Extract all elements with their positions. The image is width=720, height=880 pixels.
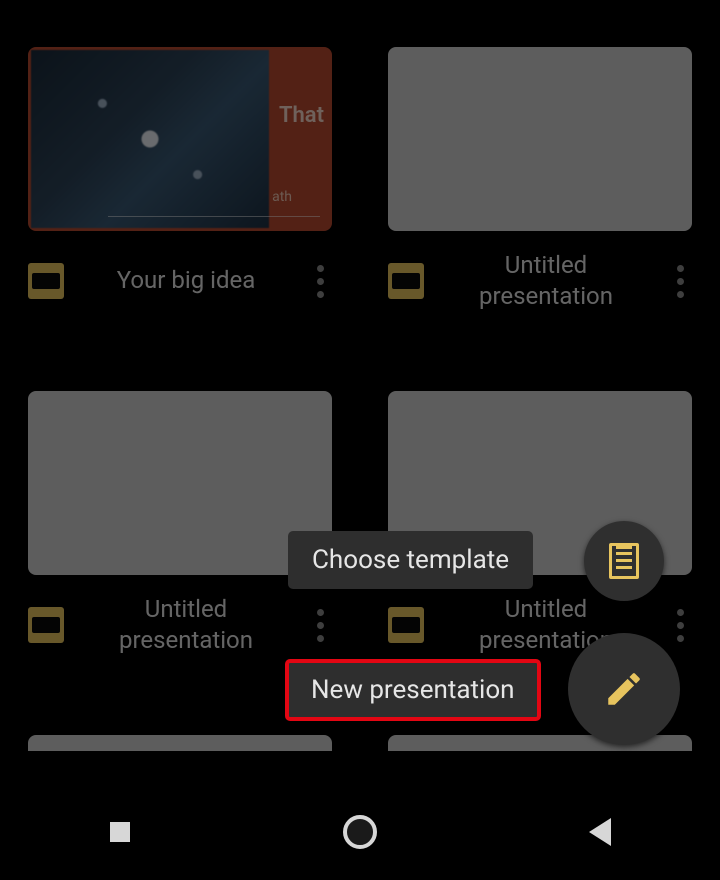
thumbnail-image [31, 50, 269, 228]
file-meta-row: Untitled presentation [28, 585, 332, 665]
file-thumbnail[interactable] [28, 391, 332, 575]
file-thumbnail[interactable] [28, 735, 332, 751]
choose-template-button[interactable] [584, 521, 664, 601]
more-options-button[interactable] [668, 261, 692, 301]
file-card[interactable]: Untitled presentation [388, 47, 692, 321]
file-card[interactable]: That ath Your big idea [28, 47, 332, 321]
triangle-icon [589, 818, 611, 846]
choose-template-label[interactable]: Choose template [288, 531, 533, 589]
file-thumbnail[interactable] [388, 47, 692, 231]
home-button[interactable] [330, 802, 390, 862]
new-presentation-button[interactable] [568, 633, 680, 745]
file-thumbnail[interactable]: That ath [28, 47, 332, 231]
slides-icon [28, 607, 64, 643]
file-card[interactable] [28, 735, 332, 751]
back-button[interactable] [570, 802, 630, 862]
file-title: Untitled presentation [76, 594, 296, 656]
file-meta-row: Untitled presentation [388, 241, 692, 321]
file-meta-row: Your big idea [28, 241, 332, 321]
more-options-button[interactable] [308, 605, 332, 645]
file-card[interactable]: Untitled presentation [28, 391, 332, 665]
more-options-button[interactable] [668, 605, 692, 645]
slides-icon [388, 607, 424, 643]
square-icon [110, 822, 130, 842]
circle-icon [343, 815, 377, 849]
android-nav-bar [0, 783, 720, 880]
file-title: Untitled presentation [436, 250, 656, 312]
thumbnail-text: ath [272, 189, 292, 205]
slides-icon [388, 263, 424, 299]
pencil-icon [603, 668, 645, 710]
overview-button[interactable] [90, 802, 150, 862]
new-presentation-label[interactable]: New presentation [285, 659, 541, 721]
template-icon [609, 543, 639, 579]
thumbnail-text: That [279, 103, 324, 128]
more-options-button[interactable] [308, 261, 332, 301]
thumbnail-divider [108, 216, 320, 217]
file-title: Your big idea [76, 265, 296, 296]
screen: That ath Your big idea Untitled presenta… [0, 0, 720, 880]
slides-icon [28, 263, 64, 299]
